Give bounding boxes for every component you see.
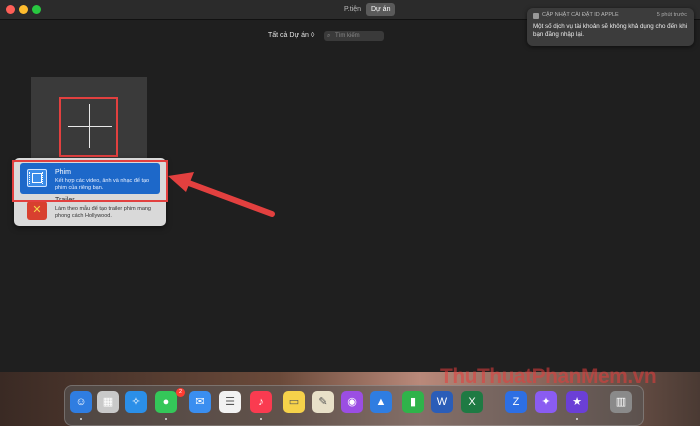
search-icon: ⌕ bbox=[327, 33, 331, 39]
plus-icon-bar bbox=[68, 126, 112, 127]
trash-icon[interactable]: ▥ bbox=[610, 391, 632, 413]
imovie-window: P.tiện Dự án Tất cả Dự án ◊ ⌕ Tìm kiếm P… bbox=[0, 0, 700, 426]
notification-body: Một số dịch vụ tài khoản sẽ không khả dụ… bbox=[533, 23, 688, 38]
tab-media[interactable]: P.tiện bbox=[339, 3, 366, 16]
zoom-button[interactable] bbox=[32, 5, 41, 14]
safari-icon[interactable]: ✧ bbox=[125, 391, 147, 413]
excel-icon[interactable]: X bbox=[461, 391, 483, 413]
menu-item-description: Làm theo mẫu để tạo trailer phim mang ph… bbox=[55, 206, 151, 219]
search-input[interactable]: ⌕ Tìm kiếm bbox=[324, 31, 384, 41]
project-filter-dropdown[interactable]: Tất cả Dự án ◊ bbox=[268, 32, 314, 39]
messages-badge: 2 bbox=[176, 388, 185, 397]
music-icon[interactable]: ♪ bbox=[250, 391, 272, 413]
tab-projects[interactable]: Dự án bbox=[366, 3, 396, 16]
word-icon[interactable]: W bbox=[431, 391, 453, 413]
arrow-annotation bbox=[168, 172, 275, 217]
script-editor-icon[interactable]: ✎ bbox=[312, 391, 334, 413]
highlight-box bbox=[12, 160, 168, 202]
close-button[interactable] bbox=[6, 5, 15, 14]
notification-time: 5 phút trước bbox=[656, 12, 687, 18]
minimize-button[interactable] bbox=[19, 5, 28, 14]
launchpad-icon[interactable]: ▦ bbox=[97, 391, 119, 413]
mail-icon[interactable]: ✉ bbox=[189, 391, 211, 413]
zalo-icon[interactable]: Z bbox=[505, 391, 527, 413]
numbers-icon[interactable]: ▮ bbox=[402, 391, 424, 413]
view-switcher: P.tiện Dự án bbox=[339, 3, 396, 16]
reminders-icon[interactable]: ☰ bbox=[219, 391, 241, 413]
notification-title: CẬP NHẬT CÀI ĐẶT ID APPLE bbox=[542, 12, 619, 18]
notes-icon[interactable]: ▭ bbox=[283, 391, 305, 413]
running-indicator bbox=[576, 418, 578, 420]
trailer-icon: ✕ bbox=[27, 201, 47, 220]
messenger-icon[interactable]: ✦ bbox=[535, 391, 557, 413]
imovie-icon[interactable]: ★ bbox=[566, 391, 588, 413]
messages-icon[interactable]: ● bbox=[155, 391, 177, 413]
settings-icon bbox=[533, 13, 539, 19]
finder-icon[interactable]: ☺ bbox=[70, 391, 92, 413]
running-indicator bbox=[165, 418, 167, 420]
search-placeholder: Tìm kiếm bbox=[335, 33, 360, 39]
running-indicator bbox=[80, 418, 82, 420]
keynote-icon[interactable]: ▲ bbox=[370, 391, 392, 413]
podcasts-icon[interactable]: ◉ bbox=[341, 391, 363, 413]
notification-banner[interactable]: CẬP NHẬT CÀI ĐẶT ID APPLE 5 phút trước M… bbox=[527, 8, 694, 46]
running-indicator bbox=[260, 418, 262, 420]
